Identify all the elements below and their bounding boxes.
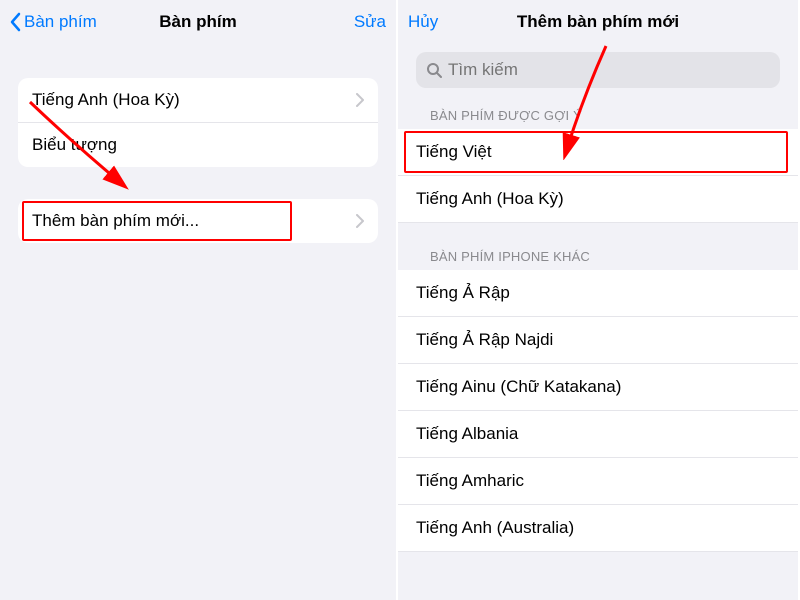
highlight-annotation bbox=[404, 131, 788, 173]
content-area: Tiếng Anh (Hoa Kỳ) Biểu tượng Thêm bàn p… bbox=[0, 42, 396, 600]
list-item[interactable]: Tiếng Albania bbox=[398, 411, 798, 458]
search-container bbox=[416, 52, 780, 88]
keyboard-label: Biểu tượng bbox=[32, 135, 117, 155]
suggested-row-english[interactable]: Tiếng Anh (Hoa Kỳ) bbox=[398, 176, 798, 223]
list-item[interactable]: Tiếng Ả Rập bbox=[398, 270, 798, 317]
search-icon bbox=[426, 62, 442, 78]
edit-button[interactable]: Sửa bbox=[354, 12, 386, 32]
suggested-header: BÀN PHÍM ĐƯỢC GỢI Ý bbox=[398, 108, 798, 129]
chevron-left-icon bbox=[10, 12, 22, 32]
chevron-right-icon bbox=[356, 214, 364, 228]
keyboard-label: Tiếng Albania bbox=[416, 424, 518, 444]
keyboard-row-english[interactable]: Tiếng Anh (Hoa Kỳ) bbox=[18, 78, 378, 123]
keyboard-label: Tiếng Ainu (Chữ Katakana) bbox=[416, 377, 621, 397]
other-header: BÀN PHÍM IPHONE KHÁC bbox=[398, 249, 798, 270]
cancel-button[interactable]: Hủy bbox=[408, 12, 438, 32]
add-keyboard-screen: Hủy Thêm bàn phím mới BÀN PHÍM ĐƯỢC GỢI … bbox=[398, 0, 798, 600]
list-item[interactable]: Tiếng Ainu (Chữ Katakana) bbox=[398, 364, 798, 411]
keyboard-label: Tiếng Anh (Australia) bbox=[416, 518, 574, 538]
keyboards-settings-screen: Bàn phím Bàn phím Sửa Tiếng Anh (Hoa Kỳ)… bbox=[0, 0, 398, 600]
back-button[interactable]: Bàn phím bbox=[10, 12, 97, 32]
keyboard-label: Tiếng Amharic bbox=[416, 471, 524, 491]
keyboard-label: Tiếng Anh (Hoa Kỳ) bbox=[416, 189, 564, 209]
page-title: Thêm bàn phím mới bbox=[398, 12, 798, 32]
list-item[interactable]: Tiếng Ả Rập Najdi bbox=[398, 317, 798, 364]
add-keyboard-group: Thêm bàn phím mới... bbox=[18, 199, 378, 243]
list-item[interactable]: Tiếng Anh (Australia) bbox=[398, 505, 798, 552]
chevron-right-icon bbox=[356, 93, 364, 107]
add-keyboard-row[interactable]: Thêm bàn phím mới... bbox=[18, 199, 378, 243]
keyboard-label: Tiếng Ả Rập Najdi bbox=[416, 330, 553, 350]
other-list: Tiếng Ả Rập Tiếng Ả Rập Najdi Tiếng Ainu… bbox=[398, 270, 798, 552]
search-field[interactable] bbox=[416, 52, 780, 88]
suggested-row-vietnamese[interactable]: Tiếng Việt bbox=[398, 129, 798, 176]
keyboards-group: Tiếng Anh (Hoa Kỳ) Biểu tượng bbox=[18, 78, 378, 167]
keyboard-label: Tiếng Ả Rập bbox=[416, 283, 510, 303]
keyboard-label: Tiếng Anh (Hoa Kỳ) bbox=[32, 90, 180, 110]
highlight-annotation bbox=[22, 201, 292, 241]
nav-bar: Bàn phím Bàn phím Sửa bbox=[0, 0, 396, 42]
content-area: BÀN PHÍM ĐƯỢC GỢI Ý Tiếng Việt Tiếng Anh… bbox=[398, 42, 798, 600]
back-label: Bàn phím bbox=[24, 12, 97, 32]
search-input[interactable] bbox=[448, 60, 770, 80]
suggested-list: Tiếng Việt Tiếng Anh (Hoa Kỳ) bbox=[398, 129, 798, 223]
keyboard-row-emoji[interactable]: Biểu tượng bbox=[18, 123, 378, 167]
list-item[interactable]: Tiếng Amharic bbox=[398, 458, 798, 505]
nav-bar: Hủy Thêm bàn phím mới bbox=[398, 0, 798, 42]
